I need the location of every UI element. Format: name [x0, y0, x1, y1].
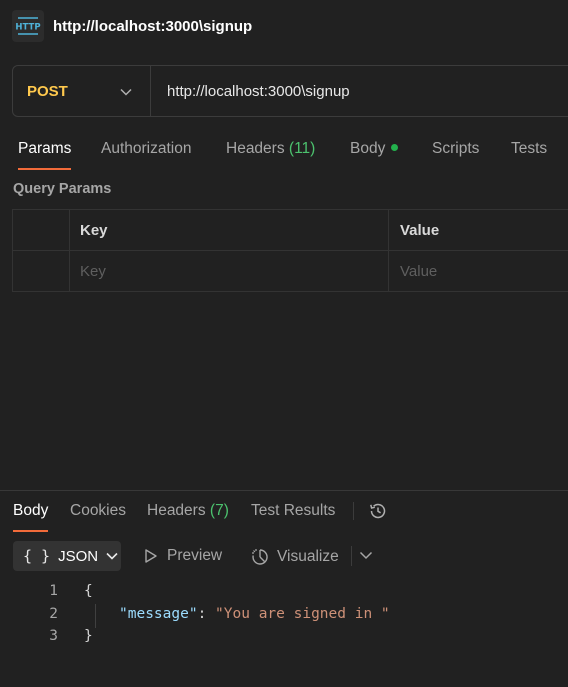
key-column-header: Key: [70, 210, 389, 250]
request-tabs: Params Authorization Headers (11) Body S…: [0, 130, 568, 170]
visualize-button[interactable]: Visualize: [250, 547, 339, 567]
value-input[interactable]: Value: [389, 251, 568, 292]
url-input[interactable]: http://localhost:3000\signup: [151, 83, 350, 100]
tab-label: Scripts: [432, 140, 480, 157]
key-input[interactable]: Key: [70, 251, 389, 292]
method-label: POST: [27, 82, 68, 100]
request-title-bar: HTTP http://localhost:3000\signup: [0, 0, 568, 52]
code-line: 2 "message": "You are signed in ": [0, 603, 568, 626]
panel-divider[interactable]: [0, 490, 568, 491]
body-indicator-dot: [391, 144, 399, 152]
tab-params[interactable]: Params: [18, 140, 72, 170]
preview-label: Preview: [167, 547, 223, 564]
line-number: 2: [49, 605, 58, 622]
tab-label: Body: [350, 140, 386, 157]
code-text: "message": "You are signed in ": [119, 603, 390, 626]
table-header-row: Key Value: [13, 210, 568, 251]
tab-label: Cookies: [70, 502, 126, 519]
response-toolbar: { } JSON Preview Visualize: [0, 540, 568, 572]
query-params-label: Query Params: [13, 181, 112, 197]
url-bar: POST http://localhost:3000\signup: [12, 65, 568, 117]
http-icon: HTTP: [12, 10, 44, 42]
row-checkbox-cell[interactable]: [13, 251, 70, 292]
chevron-down-icon[interactable]: [359, 551, 373, 560]
json-colon: :: [197, 605, 216, 622]
headers-count: (11): [288, 140, 316, 157]
tab-scripts[interactable]: Scripts: [432, 140, 479, 170]
checkbox-column: [13, 210, 70, 250]
visualize-icon: [250, 547, 270, 567]
response-body-editor[interactable]: 1 { 2 "message": "You are signed in " 3 …: [0, 580, 568, 648]
chevron-down-icon: [120, 83, 132, 100]
tab-label: Params: [18, 140, 72, 157]
braces-icon: { }: [23, 547, 51, 565]
response-headers-count: (7): [209, 502, 229, 519]
json-key: "message": [119, 605, 198, 622]
response-tab-headers[interactable]: Headers (7): [147, 502, 229, 532]
query-params-table: Key Value Key Value: [12, 209, 568, 292]
value-placeholder: Value: [400, 263, 438, 280]
key-header-label: Key: [80, 221, 108, 239]
separator: [353, 502, 354, 520]
line-number: 3: [49, 628, 58, 644]
visualize-label: Visualize: [277, 548, 339, 565]
json-value: "You are signed in ": [215, 605, 390, 622]
response-tab-body[interactable]: Body: [13, 502, 49, 532]
response-tab-cookies[interactable]: Cookies: [70, 502, 126, 532]
tab-headers[interactable]: Headers (11): [226, 140, 315, 170]
svg-text:HTTP: HTTP: [15, 23, 40, 33]
code-line: 3 }: [0, 625, 568, 648]
response-tabs: Body Cookies Headers (7) Test Results: [0, 492, 568, 532]
format-label: JSON: [58, 547, 99, 565]
request-title[interactable]: http://localhost:3000\signup: [53, 18, 252, 35]
value-column-header: Value: [389, 210, 568, 250]
chevron-down-icon: [106, 552, 118, 560]
separator: [351, 546, 352, 566]
tab-tests[interactable]: Tests: [511, 140, 547, 170]
code-text: }: [84, 628, 93, 644]
format-select[interactable]: { } JSON: [13, 541, 121, 571]
line-number: 1: [49, 583, 58, 599]
value-header-label: Value: [400, 221, 440, 239]
tab-label: Test Results: [251, 502, 336, 519]
tab-body[interactable]: Body: [350, 140, 399, 170]
play-icon: [144, 548, 158, 564]
code-text: {: [84, 583, 93, 599]
tab-label: Headers: [226, 140, 285, 157]
tab-authorization[interactable]: Authorization: [101, 140, 191, 170]
code-line: 1 {: [0, 580, 568, 603]
tab-label: Body: [13, 502, 49, 519]
tab-label: Headers: [147, 502, 206, 519]
tab-label: Authorization: [101, 140, 192, 157]
key-placeholder: Key: [80, 263, 106, 280]
history-icon[interactable]: [367, 500, 389, 522]
method-select[interactable]: POST: [13, 66, 151, 116]
table-row: Key Value: [13, 251, 568, 292]
tab-label: Tests: [511, 140, 548, 157]
preview-button[interactable]: Preview: [144, 547, 222, 565]
response-tab-test-results[interactable]: Test Results: [251, 502, 335, 532]
